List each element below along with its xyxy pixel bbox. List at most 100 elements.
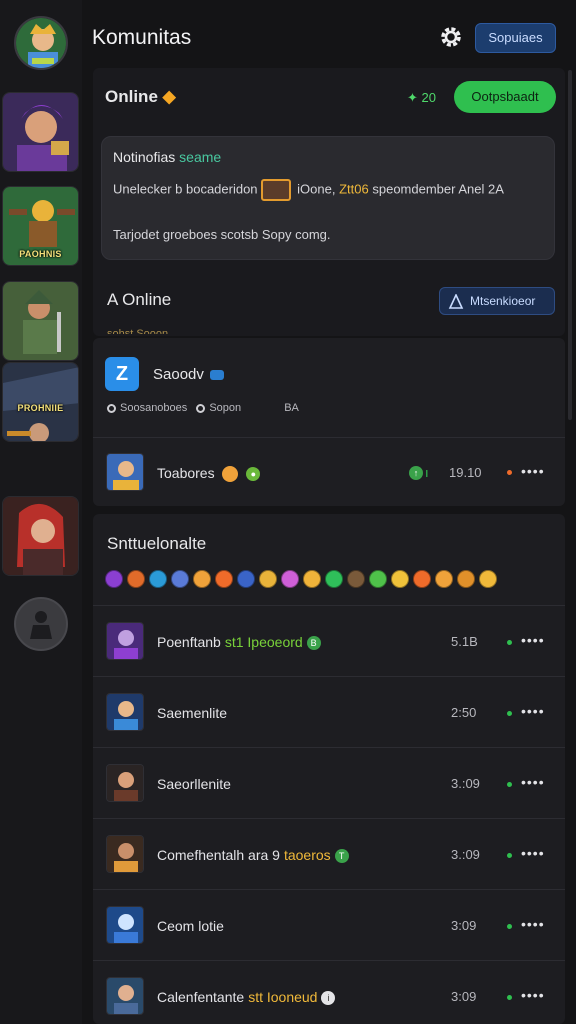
emoji-icon xyxy=(222,466,239,483)
left-rail: PAOHNIS PROHNIIE xyxy=(0,0,82,1024)
group-thumbnail xyxy=(106,977,144,1015)
notification-card[interactable]: Notinofias seame Unelecker b bocaderidon… xyxy=(101,136,555,260)
emoji-icon[interactable] xyxy=(347,570,365,588)
emoji-icon[interactable] xyxy=(237,570,255,588)
emoji-icon[interactable] xyxy=(105,570,123,588)
emoji-icon[interactable] xyxy=(303,570,321,588)
divider xyxy=(93,818,565,819)
more-icon[interactable]: •••• xyxy=(521,916,545,932)
notification-heading: Notinofias seame xyxy=(113,149,222,165)
group-name: Comefhentalh ara 9 taoeros T xyxy=(157,847,349,864)
online-dot xyxy=(507,924,512,929)
emoji-icon[interactable] xyxy=(215,570,233,588)
group-name: Saemenlite xyxy=(157,705,228,721)
group-time: 2:50 xyxy=(451,705,477,720)
group-time: 3:09 xyxy=(451,918,477,933)
group-name: Saeorllenite xyxy=(157,776,231,792)
group-time: 3.:09 xyxy=(451,776,480,791)
group-thumbnail xyxy=(106,622,144,660)
group-thumbnail xyxy=(106,906,144,944)
featured-row[interactable]: Toabores ● xyxy=(157,465,261,483)
emoji-icon[interactable] xyxy=(435,570,453,588)
verified-icon xyxy=(209,370,224,381)
group-row[interactable]: Ceom lotie 3:09 •••• xyxy=(93,891,565,959)
more-icon[interactable]: •••• xyxy=(521,703,545,719)
rail-game-tag: PAOHNIS xyxy=(19,249,62,259)
rail-game-2[interactable]: PAOHNIS xyxy=(2,186,79,266)
divider xyxy=(93,437,565,438)
rail-game-4[interactable]: PROHNIIE xyxy=(2,362,79,442)
notification-line-1: Unelecker b bocaderidon iOone, Ztt06 spe… xyxy=(113,179,543,201)
header: Komunitas Sopuiaes xyxy=(82,0,576,72)
emoji-icon[interactable] xyxy=(413,570,431,588)
divider xyxy=(93,605,565,606)
emoji-icon[interactable] xyxy=(479,570,497,588)
online-dot xyxy=(507,853,512,858)
group-row[interactable]: Saemenlite 2:50 •••• xyxy=(93,678,565,746)
emoji-icon[interactable] xyxy=(171,570,189,588)
scrollbar[interactable] xyxy=(568,70,572,420)
more-icon[interactable]: •••• xyxy=(521,632,545,648)
group-row[interactable]: Comefhentalh ara 9 taoeros T 3.:09 •••• xyxy=(93,820,565,888)
truncated-text: sohst Sooon xyxy=(107,328,169,334)
emoji-icon[interactable] xyxy=(369,570,387,588)
online-count: ✦ 20 xyxy=(407,90,436,105)
more-icon[interactable]: •••• xyxy=(521,845,545,861)
emoji-icon[interactable] xyxy=(391,570,409,588)
group-thumbnail xyxy=(106,693,144,731)
divider xyxy=(93,676,565,677)
group-row[interactable]: Saeorllenite 3.:09 •••• xyxy=(93,749,565,817)
bolt-icon: ◆ xyxy=(162,87,176,106)
emoji-icon[interactable] xyxy=(127,570,145,588)
divider xyxy=(93,960,565,961)
online-indicator-icon: ↑ xyxy=(409,466,423,480)
group-thumbnail xyxy=(106,835,144,873)
more-icon[interactable]: •••• xyxy=(521,463,545,479)
group-name: Poenftanb st1 Ipeoeord B xyxy=(157,634,321,651)
signal-icon: ı xyxy=(425,465,429,480)
group-time: 3.:09 xyxy=(451,847,480,862)
featured-community-panel: Z Saoodv Soosanoboes Sopon BA Toabores ●… xyxy=(93,338,565,506)
emoji-icon[interactable] xyxy=(149,570,167,588)
rail-game-3[interactable] xyxy=(2,281,79,361)
add-community-button[interactable] xyxy=(14,597,68,651)
online-section-title: A Online xyxy=(107,290,172,309)
online-dot xyxy=(507,995,512,1000)
group-row[interactable]: Calenfentante stt Iooneud i 3:09 •••• xyxy=(93,962,565,1024)
person-icon xyxy=(30,611,52,639)
group-name: Calenfentante stt Iooneud i xyxy=(157,989,336,1006)
row-time: 19.10 xyxy=(449,465,482,480)
rail-game-1[interactable] xyxy=(2,92,79,172)
rail-game-5[interactable] xyxy=(2,496,79,576)
header-action-button[interactable]: Sopuiaes xyxy=(475,23,556,53)
row-thumbnail xyxy=(106,453,144,491)
community-meta: Soosanoboes Sopon BA xyxy=(107,402,299,414)
group-row[interactable]: Poenftanb st1 Ipeoeord B 5.1B •••• xyxy=(93,607,565,675)
community-name[interactable]: Saoodv xyxy=(153,366,224,383)
emoji-icon[interactable] xyxy=(193,570,211,588)
circle-icon xyxy=(107,403,116,413)
user-avatar[interactable] xyxy=(14,16,68,70)
online-dot xyxy=(507,782,512,787)
circle-icon xyxy=(196,403,206,413)
rail-game-tag: PROHNIIE xyxy=(17,403,64,413)
notification-thumbnail xyxy=(260,179,291,201)
status-dot xyxy=(507,470,512,475)
members-button[interactable]: Mtsenkioeor xyxy=(439,287,555,315)
group-thumbnail xyxy=(106,764,144,802)
divider xyxy=(93,889,565,890)
emoji-icon[interactable] xyxy=(259,570,277,588)
emoji-icon[interactable] xyxy=(325,570,343,588)
group-badge-icon: i xyxy=(321,991,336,1006)
users-icon xyxy=(448,294,464,309)
online-panel: Online ◆ ✦ 20 Ootpsbaadt Notinofias seam… xyxy=(93,68,565,336)
online-dot xyxy=(507,640,512,645)
community-logo[interactable]: Z xyxy=(105,357,139,391)
emoji-icon[interactable] xyxy=(457,570,475,588)
group-time: 5.1B xyxy=(451,634,478,649)
emoji-icon[interactable] xyxy=(281,570,299,588)
gear-icon[interactable] xyxy=(438,24,464,50)
more-icon[interactable]: •••• xyxy=(521,987,545,1003)
more-icon[interactable]: •••• xyxy=(521,774,545,790)
join-button[interactable]: Ootpsbaadt xyxy=(454,81,556,113)
